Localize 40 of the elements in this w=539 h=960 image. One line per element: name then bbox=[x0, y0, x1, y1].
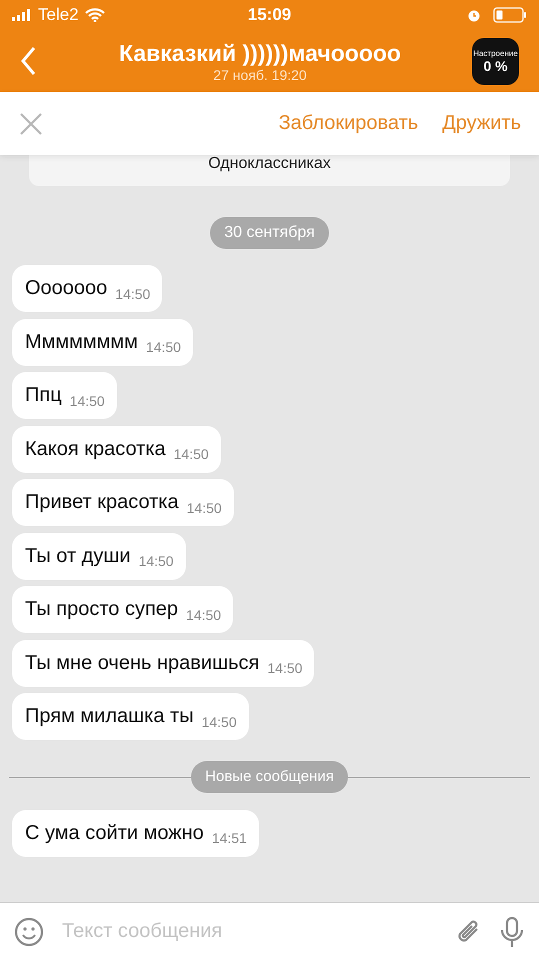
new-messages-label: Новые сообщения bbox=[191, 760, 348, 792]
message-text: Мммммммм bbox=[25, 330, 138, 354]
message-time: 14:50 bbox=[138, 553, 174, 569]
message-time: 14:50 bbox=[146, 339, 181, 355]
message-text: Прям милашка ты bbox=[25, 705, 194, 728]
message-time: 14:50 bbox=[70, 392, 105, 408]
message-bar[interactable]: Текст сообщения bbox=[0, 902, 539, 960]
message-text: Привет красотка bbox=[25, 491, 179, 514]
wifi-icon bbox=[84, 8, 105, 22]
message-text: Ты просто супер bbox=[25, 598, 178, 621]
battery-icon bbox=[493, 7, 528, 23]
message-time: 14:50 bbox=[202, 714, 237, 730]
carrier-name: Tele2 bbox=[38, 5, 79, 25]
emoji-icon[interactable] bbox=[14, 916, 44, 946]
message-time: 14:50 bbox=[186, 606, 222, 622]
message-time: 14:50 bbox=[115, 286, 150, 302]
message-time: 14:50 bbox=[186, 500, 222, 516]
message-text: Ооооооо bbox=[25, 277, 108, 300]
mood-badge[interactable]: Настроение 0 % bbox=[472, 38, 519, 84]
last-seen: 27 нояб. 19:20 bbox=[213, 66, 307, 82]
message-time: 14:51 bbox=[212, 830, 247, 846]
block-link[interactable]: Заблокировать bbox=[278, 112, 418, 135]
info-text: Одноклассниках bbox=[208, 155, 331, 173]
status-time: 15:09 bbox=[248, 5, 292, 25]
date-label: 30 сентября bbox=[210, 217, 329, 249]
message-text: Какоя красотка bbox=[25, 438, 166, 460]
message-text: С ума сойти можно bbox=[25, 822, 204, 844]
signal-icon bbox=[12, 9, 32, 21]
alarm-icon bbox=[467, 8, 482, 22]
mood-value: 0 % bbox=[483, 58, 508, 74]
message-text: Ппц bbox=[25, 384, 62, 407]
mood-label: Настроение bbox=[473, 48, 518, 58]
add-friend-link[interactable]: Дружить bbox=[442, 112, 521, 135]
close-button[interactable] bbox=[18, 110, 44, 136]
message-text: Ты мне очень нравишься bbox=[25, 652, 260, 674]
message-time: 14:50 bbox=[174, 446, 209, 462]
message-text: Ты от души bbox=[25, 544, 131, 568]
microphone-icon[interactable] bbox=[499, 916, 525, 948]
message-time: 14:50 bbox=[267, 660, 302, 676]
chat-title: Кавказкий ))))))мачооооо bbox=[119, 40, 401, 66]
